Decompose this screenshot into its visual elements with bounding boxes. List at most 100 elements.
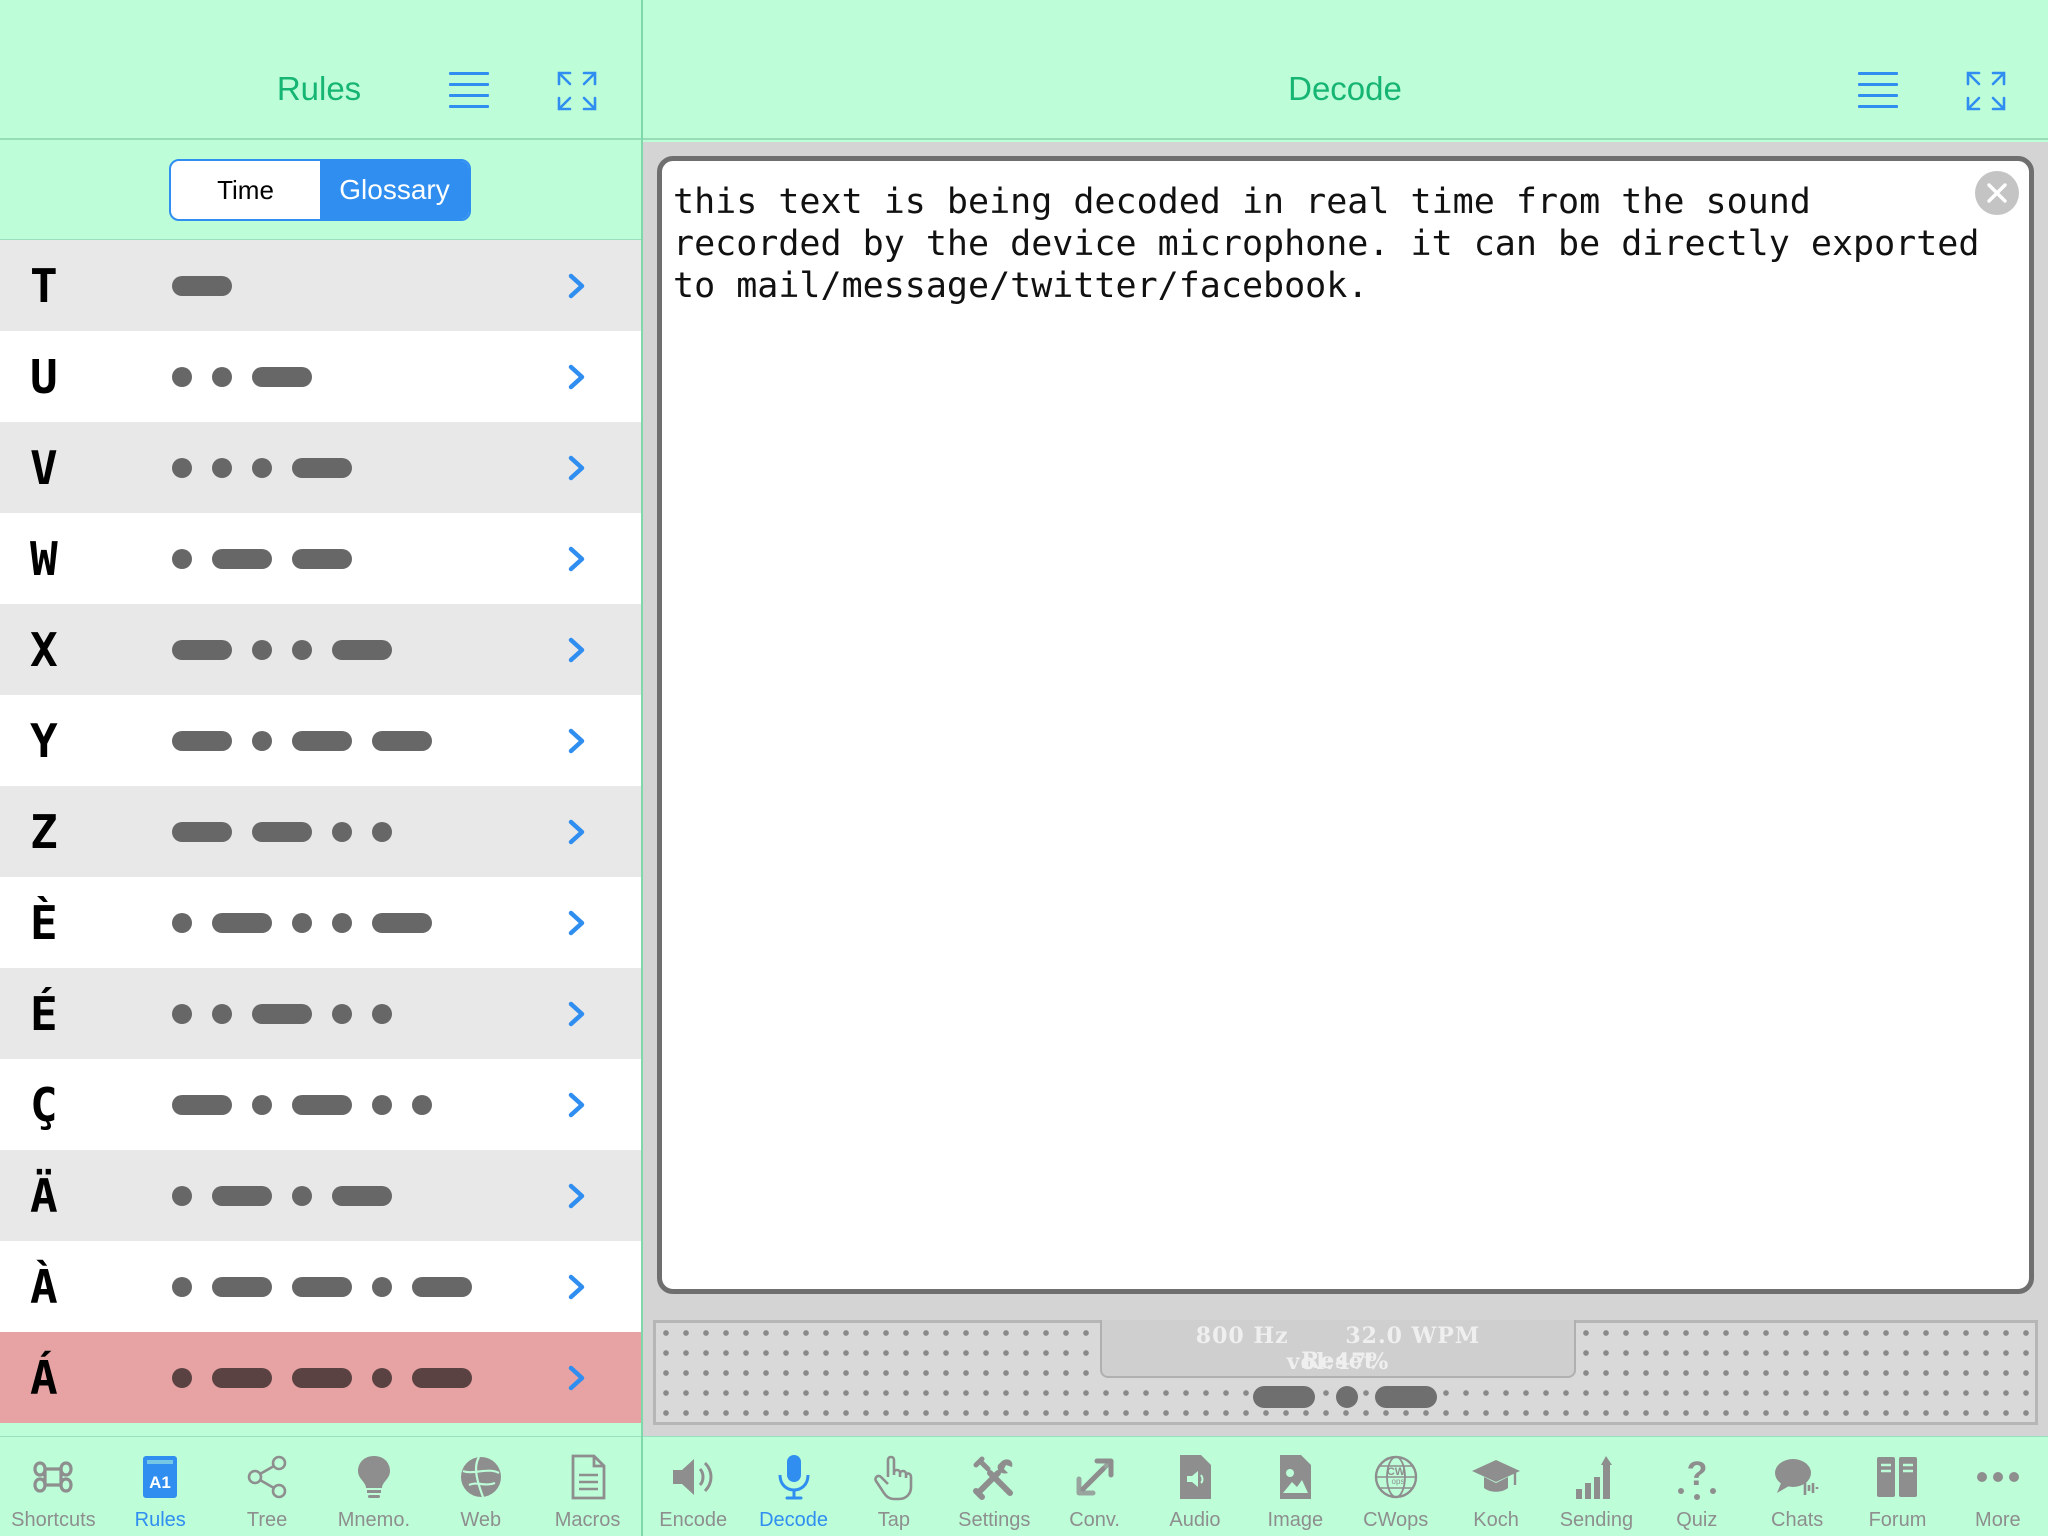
- time-glossary-segmented-control: Time Glossary: [169, 159, 471, 221]
- tab-label: More: [1975, 1509, 2021, 1531]
- glossary-letter: X: [30, 622, 58, 677]
- tab-label: Sending: [1559, 1509, 1634, 1531]
- convert-arrows-icon: [1069, 1451, 1121, 1503]
- expand-icon[interactable]: [556, 70, 598, 112]
- glossary-letter: U: [30, 349, 58, 404]
- rules-title: Rules: [276, 70, 362, 107]
- glossary-row[interactable]: Z: [0, 786, 641, 877]
- speed-readout: 32.0 WPM: [1345, 1323, 1481, 1349]
- morse-dash: [252, 821, 312, 842]
- tab-settings[interactable]: Settings: [944, 1437, 1044, 1536]
- frequency-readout: 800 Hz: [1195, 1323, 1289, 1349]
- morse-dot: [172, 1185, 192, 1206]
- chevron-right-icon: [568, 364, 585, 389]
- morse-dash: [172, 821, 232, 842]
- morse-dash: [372, 730, 432, 751]
- tab-label: Conv.: [1069, 1509, 1120, 1531]
- decoded-text-view[interactable]: this text is being decoded in real time …: [657, 156, 2034, 1294]
- morse-dot: [412, 1094, 432, 1115]
- glossary-row[interactable]: V: [0, 422, 641, 513]
- tab-more[interactable]: More: [1948, 1437, 2048, 1536]
- tab-cwops[interactable]: CW ops CWops: [1346, 1437, 1446, 1536]
- tab-audio[interactable]: Audio: [1145, 1437, 1245, 1536]
- glossary-row[interactable]: Y: [0, 695, 641, 786]
- tab-tree[interactable]: Tree: [214, 1437, 321, 1536]
- morse-dot: [212, 366, 232, 387]
- tab-tap[interactable]: Tap: [844, 1437, 944, 1536]
- microphone-icon: [768, 1451, 820, 1503]
- morse-dash: [172, 275, 232, 296]
- signal-readout[interactable]: 800 Hz 32.0 WPM vol:47% Reset: [1100, 1320, 1576, 1378]
- glossary-row[interactable]: T: [0, 240, 641, 331]
- audio-file-icon: [1169, 1451, 1221, 1503]
- tab-conv[interactable]: Conv.: [1044, 1437, 1144, 1536]
- close-icon: [1987, 183, 2007, 203]
- glossary-row[interactable]: À: [0, 1241, 641, 1332]
- morse-dot: [252, 730, 272, 751]
- glossary-row[interactable]: Ç: [0, 1059, 641, 1150]
- chevron-right-icon: [568, 1183, 585, 1208]
- speaker-icon: [667, 1451, 719, 1503]
- morse-dot: [372, 1367, 392, 1388]
- menu-icon[interactable]: [449, 72, 489, 108]
- bar-chart-icon: [1570, 1451, 1622, 1503]
- svg-text:?: ?: [1686, 1455, 1707, 1493]
- chevron-right-icon: [568, 910, 585, 935]
- glossary-row[interactable]: Ä: [0, 1150, 641, 1241]
- morse-glossary-list: TUVWXYZÈÉÇÄÀÁ: [0, 240, 641, 1436]
- morse-dot: [252, 457, 272, 478]
- morse-dash: [212, 548, 272, 569]
- chevron-right-icon: [568, 1274, 585, 1299]
- morse-dot: [332, 912, 352, 933]
- chat-bubbles-icon: [1771, 1451, 1823, 1503]
- glossary-row[interactable]: X: [0, 604, 641, 695]
- morse-dot: [292, 639, 312, 660]
- tab-sending[interactable]: Sending: [1546, 1437, 1646, 1536]
- tab-macros[interactable]: Macros: [534, 1437, 641, 1536]
- tab-quiz[interactable]: ? Quiz: [1647, 1437, 1747, 1536]
- morse-dash: [212, 1185, 272, 1206]
- tab-web[interactable]: Web: [427, 1437, 534, 1536]
- tab-label: Macros: [554, 1509, 621, 1531]
- svg-text:A1: A1: [149, 1473, 171, 1492]
- tab-shortcuts[interactable]: Shortcuts: [0, 1437, 107, 1536]
- morse-dash: [332, 1185, 392, 1206]
- tab-rules[interactable]: A1 Rules: [107, 1437, 214, 1536]
- segment-time[interactable]: Time: [171, 161, 320, 219]
- reset-button[interactable]: Reset: [1102, 1348, 1574, 1374]
- tab-chats[interactable]: Chats: [1747, 1437, 1847, 1536]
- graduation-cap-icon: [1470, 1451, 1522, 1503]
- segment-glossary[interactable]: Glossary: [320, 161, 469, 219]
- glossary-letter: É: [30, 986, 58, 1041]
- morse-dash: [212, 1367, 272, 1388]
- morse-dot: [212, 1003, 232, 1024]
- expand-icon[interactable]: [1965, 70, 2007, 112]
- tab-label: Tree: [246, 1509, 288, 1531]
- glossary-row[interactable]: È: [0, 877, 641, 968]
- glossary-row[interactable]: Á: [0, 1332, 641, 1423]
- ellipsis-icon: [1972, 1451, 2024, 1503]
- menu-icon[interactable]: [1858, 72, 1898, 108]
- morse-dot: [172, 1367, 192, 1388]
- tab-label: Settings: [958, 1509, 1031, 1531]
- glossary-letter: Z: [30, 804, 58, 859]
- image-file-icon: [1269, 1451, 1321, 1503]
- document-icon: [562, 1451, 614, 1503]
- clear-text-button[interactable]: [1975, 171, 2019, 215]
- morse-code: [172, 457, 372, 478]
- morse-dash: [332, 639, 392, 660]
- tab-label: Quiz: [1676, 1509, 1718, 1531]
- glossary-row[interactable]: W: [0, 513, 641, 604]
- rules-navigation-bar: Rules: [0, 0, 641, 140]
- glossary-row[interactable]: É: [0, 968, 641, 1059]
- tab-mnemo[interactable]: Mnemo.: [320, 1437, 427, 1536]
- tab-encode[interactable]: Encode: [643, 1437, 743, 1536]
- tab-decode[interactable]: Decode: [743, 1437, 843, 1536]
- a1-book-icon: A1: [134, 1451, 186, 1503]
- glossary-row[interactable]: U: [0, 331, 641, 422]
- tab-forum[interactable]: Forum: [1847, 1437, 1947, 1536]
- chevron-right-icon: [568, 1365, 585, 1390]
- tab-koch[interactable]: Koch: [1446, 1437, 1546, 1536]
- tab-image[interactable]: Image: [1245, 1437, 1345, 1536]
- tools-icon: [968, 1451, 1020, 1503]
